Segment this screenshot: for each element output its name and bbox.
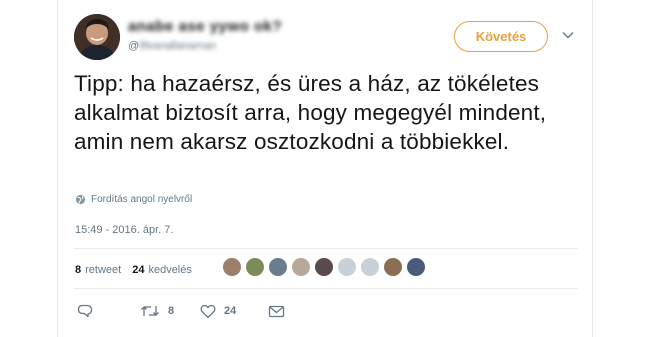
direct-message-button[interactable]: [268, 305, 285, 318]
reply-icon: [77, 304, 93, 318]
liker-avatar[interactable]: [383, 257, 403, 277]
retweet-icon: [141, 306, 159, 316]
liker-avatar[interactable]: [360, 257, 380, 277]
liker-avatar[interactable]: [222, 257, 242, 277]
likes-stat[interactable]: 24 kedvelés: [132, 264, 192, 276]
screen-name-prefix: @: [128, 40, 140, 52]
tweet-text: Tipp: ha hazaérsz, és üres a ház, az tök…: [74, 71, 547, 154]
retweet-stat[interactable]: 8 retweet: [75, 264, 121, 276]
avatar[interactable]: [74, 14, 120, 60]
retweets-count: 8: [75, 264, 82, 276]
action-bar: 8 24: [76, 303, 285, 319]
timestamp[interactable]: 15:49 - 2016. ápr. 7.: [75, 224, 173, 236]
user-block: anabe ase yywo ok? @lifeanallanaman: [128, 18, 282, 52]
liker-avatars: [222, 257, 429, 277]
liker-avatar[interactable]: [245, 257, 265, 277]
chevron-down-icon: [562, 32, 574, 39]
divider-top: [74, 248, 578, 249]
likes-count: 24: [132, 264, 145, 276]
heart-icon: [200, 304, 216, 318]
reply-button[interactable]: [76, 303, 140, 319]
retweet-count: 8: [168, 305, 175, 317]
liker-avatar[interactable]: [337, 257, 357, 277]
translate-label: Fordítás angol nyelvről: [91, 194, 193, 205]
follow-button[interactable]: Követés: [454, 21, 548, 52]
screen-name[interactable]: @lifeanallanaman: [128, 40, 282, 52]
divider-bottom: [74, 288, 578, 289]
retweet-button[interactable]: 8: [140, 304, 200, 318]
more-options-caret[interactable]: [560, 27, 576, 43]
liker-avatar[interactable]: [314, 257, 334, 277]
liker-avatar[interactable]: [268, 257, 288, 277]
like-button[interactable]: 24: [200, 304, 268, 319]
likes-label: kedvelés: [148, 264, 192, 276]
avatar-photo: [74, 14, 120, 60]
globe-icon: [75, 194, 86, 205]
retweets-label: retweet: [85, 264, 122, 276]
display-name[interactable]: anabe ase yywo ok?: [128, 18, 282, 35]
like-count: 24: [224, 305, 237, 317]
liker-avatar[interactable]: [406, 257, 426, 277]
stats-row: 8 retweet 24 kedvelés: [75, 264, 203, 276]
liker-avatar[interactable]: [291, 257, 311, 277]
envelope-icon: [268, 305, 285, 317]
tweet-card: anabe ase yywo ok? @lifeanallanaman Köve…: [57, 0, 593, 337]
translate-link[interactable]: Fordítás angol nyelvről: [75, 194, 192, 205]
screen-name-handle: lifeanallanaman: [139, 40, 217, 52]
